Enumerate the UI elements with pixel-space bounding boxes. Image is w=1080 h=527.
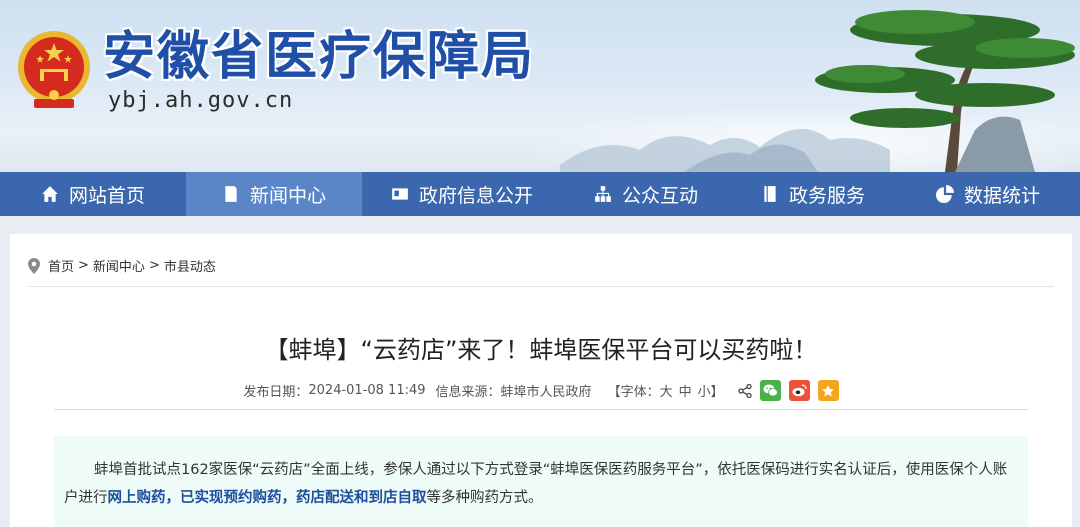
nav-item-label: 网站首页 xyxy=(68,184,145,207)
font-size-large[interactable]: 大 xyxy=(660,381,673,400)
weibo-share-button[interactable] xyxy=(788,380,810,401)
nav-item-label: 数据统计 xyxy=(963,184,1040,207)
share-icon xyxy=(737,383,752,398)
nav-item-label: 政务服务 xyxy=(788,184,865,207)
breadcrumb-home[interactable]: 首页 xyxy=(48,256,74,275)
home-icon xyxy=(42,186,58,202)
national-emblem-icon xyxy=(18,31,90,108)
article-summary: 蚌埠首批试点162家医保“云药店”全面上线，参保人通过以下方式登录“蚌埠医保医药… xyxy=(54,436,1028,527)
pine-tree-illustration xyxy=(815,10,1075,172)
nav-item-interaction[interactable]: 公众互动 xyxy=(562,172,730,216)
breadcrumb: 首页 > 新闻中心 > 市县动态 xyxy=(28,256,216,275)
article-title: 【蚌埠】“云药店”来了！蚌埠医保平台可以买药啦！ xyxy=(264,336,818,364)
header-banner: 安徽省医疗保障局 ybj.ah.gov.cn xyxy=(0,0,1080,172)
weibo-icon xyxy=(792,384,807,397)
breadcrumb-news[interactable]: 新闻中心 xyxy=(93,256,145,275)
location-pin-icon xyxy=(28,257,40,274)
meta-divider xyxy=(54,409,1028,410)
nav-item-label: 政府信息公开 xyxy=(418,184,533,207)
nav-item-services[interactable]: 政务服务 xyxy=(730,172,896,216)
font-size-small[interactable]: 小 xyxy=(698,381,711,400)
breadcrumb-separator: > xyxy=(78,258,89,273)
publish-label: 发布日期： xyxy=(243,385,309,400)
summary-text-end: 等多种购药方式。 xyxy=(426,490,543,506)
font-size-medium[interactable]: 中 xyxy=(679,381,692,400)
breadcrumb-city-news[interactable]: 市县动态 xyxy=(164,256,216,275)
article-meta: 发布日期： 2024-01-08 11:49 信息来源： 蚌埠市人民政府 【字体… xyxy=(10,380,1072,401)
font-size-label: 【字体： xyxy=(607,385,660,400)
article-card: 首页 > 新闻中心 > 市县动态 【蚌埠】“云药店”来了！蚌埠医保平台可以买药啦… xyxy=(10,234,1072,527)
nav-item-label: 公众互动 xyxy=(621,184,698,207)
document-icon xyxy=(225,186,237,202)
breadcrumb-separator: > xyxy=(148,258,160,273)
wechat-icon xyxy=(763,384,778,397)
nav-item-statistics[interactable]: 数据统计 xyxy=(896,172,1080,216)
source-value: 蚌埠市人民政府 xyxy=(500,385,592,400)
main-nav: 网站首页 新闻中心 政府信息公开 公众互动 政务服务 数据统计 xyxy=(0,172,1080,216)
star-icon xyxy=(822,384,835,396)
source-label: 信息来源： xyxy=(435,385,501,400)
site-domain: ybj.ah.gov.cn xyxy=(108,88,294,113)
site-title: 安徽省医疗保障局 xyxy=(103,27,536,87)
nav-item-home[interactable]: 网站首页 xyxy=(0,172,186,216)
pie-chart-icon xyxy=(935,185,954,203)
font-size-close: 】 xyxy=(710,385,724,400)
nav-item-news[interactable]: 新闻中心 xyxy=(186,172,362,216)
publish-date: 2024-01-08 11:49 xyxy=(308,383,426,398)
book-icon xyxy=(764,186,776,202)
id-card-icon xyxy=(392,188,408,200)
nav-item-gov-info[interactable]: 政府信息公开 xyxy=(362,172,562,216)
nav-item-label: 新闻中心 xyxy=(249,184,326,207)
summary-highlight: 网上购药，已实现预约购药，药店配送和到店自取 xyxy=(107,490,427,506)
org-chart-icon xyxy=(595,186,611,202)
favorite-share-button[interactable] xyxy=(817,380,839,401)
wechat-share-button[interactable] xyxy=(759,380,781,401)
breadcrumb-divider xyxy=(28,286,1054,287)
